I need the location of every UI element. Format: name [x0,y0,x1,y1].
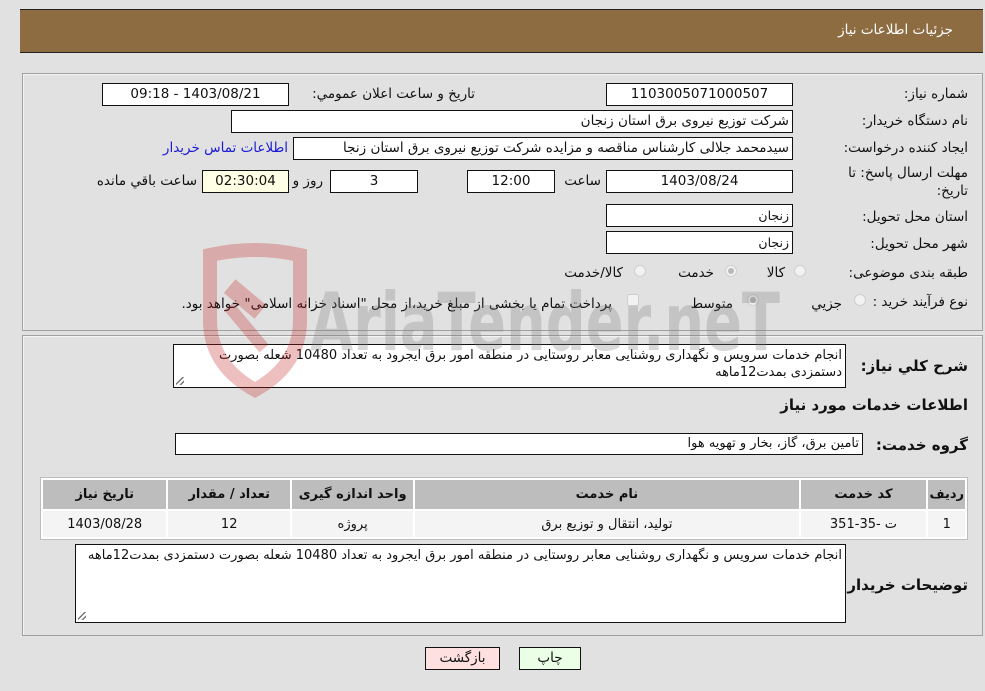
back-button[interactable]: بازگشت [425,647,500,670]
deadline-time-label: ساعت [564,173,601,189]
city-label: شهر محل تحویل: [870,236,968,252]
category-option-goods: کالا [766,265,785,281]
announce-datetime-label: تاریخ و ساعت اعلان عمومي: [312,86,475,102]
buyer-contact-link[interactable]: اطلاعات تماس خریدار [163,140,288,156]
deadline-date-field[interactable]: 1403/08/24 [606,170,793,193]
category-radio-service[interactable] [725,265,737,277]
category-radio-goods-service[interactable] [634,265,646,277]
requester-label: ایجاد کننده درخواست: [843,140,968,156]
time-remaining-field: 02:30:04 [202,170,289,193]
cell-need-date: 1403/08/28 [43,511,167,537]
col-header-need-date: تاريخ نياز [43,480,167,509]
need-number-label: شماره نیاز: [903,86,968,102]
col-header-service-name: نام خدمت [415,480,799,509]
category-option-service: خدمت [678,265,714,281]
buyer-org-field[interactable]: شرکت توزیع نیروی برق استان زنجان [231,110,793,133]
services-section-title: اطلاعات خدمات مورد نياز [780,396,968,414]
buyer-notes-text: انجام خدمات سرویس و نگهداری روشنایی معاب… [87,548,842,563]
buyer-org-label: نام دستگاه خريدار: [861,113,968,129]
print-button[interactable]: چاپ [519,647,581,670]
col-header-service-code: کد خدمت [800,480,927,509]
category-radio-goods[interactable] [794,265,806,277]
province-field[interactable]: زنجان [606,204,793,227]
col-header-quantity: تعداد / مقدار [168,480,290,509]
table-header-row: رديف کد خدمت نام خدمت واحد اندازه گيری ت… [43,480,965,509]
treasury-note: پرداخت تمام یا بخشی از مبلغ خرید،از محل … [181,296,612,312]
requester-field[interactable]: سیدمحمد جلالی کارشناس مناقصه و مزایده شر… [293,137,793,160]
resize-handle-icon[interactable] [78,612,86,620]
purchase-type-radio-medium[interactable] [747,294,759,306]
col-header-unit: واحد اندازه گيری [291,480,414,509]
description-label: شرح کلي نياز: [860,357,968,375]
cell-service-code: ت -35-351 [800,511,927,537]
service-group-field[interactable]: تامین برق، گاز، بخار و تهویه هوا [175,433,863,455]
col-header-row-number: رديف [928,480,965,509]
services-table: رديف کد خدمت نام خدمت واحد اندازه گيری ت… [40,477,968,540]
table-row: 1 ت -35-351 تولید، انتقال و توزیع برق پر… [43,511,965,537]
description-textarea[interactable]: انجام خدمات سرویس و نگهداری روشنایی معاب… [173,344,846,388]
cell-quantity: 12 [168,511,290,537]
province-label: استان محل تحویل: [862,209,968,225]
resize-handle-icon[interactable] [176,377,184,385]
deadline-label-line1: مهلت ارسال پاسخ: تا [848,165,968,181]
time-remaining-label: ساعت باقي مانده [96,173,197,189]
category-label: طبقه بندی موضوعی: [848,265,968,281]
purchase-type-option-medium: متوسط [690,296,733,312]
cell-row-number: 1 [928,511,965,537]
days-remaining-field[interactable]: 3 [330,170,418,193]
deadline-time-field[interactable]: 12:00 [467,170,555,193]
deadline-label-line2: تاریخ: [936,183,968,199]
cell-service-name: تولید، انتقال و توزیع برق [415,511,799,537]
page-header: جزئیات اطلاعات نیاز [20,9,983,53]
announce-datetime-field[interactable]: 1403/08/21 - 09:18 [102,83,289,106]
page-title: جزئیات اطلاعات نیاز [838,22,953,38]
days-label: روز و [292,173,323,189]
treasury-checkbox[interactable] [627,294,639,306]
need-number-field[interactable]: 1103005071000507 [606,83,793,106]
purchase-type-radio-minor[interactable] [854,294,866,306]
service-group-label: گروه خدمت: [875,436,968,454]
purchase-type-option-minor: جزيي [811,296,842,312]
buyer-notes-label: توضيحات خريدار: [841,576,968,594]
city-field[interactable]: زنجان [606,231,793,254]
cell-unit: پروژه [291,511,414,537]
category-option-goods-service: کالا/خدمت [564,265,623,281]
description-text: انجام خدمات سرویس و نگهداری روشنایی معاب… [218,348,842,380]
buyer-notes-textarea[interactable]: انجام خدمات سرویس و نگهداری روشنایی معاب… [75,544,846,623]
purchase-type-label: نوع فرآيند خريد : [872,294,968,310]
